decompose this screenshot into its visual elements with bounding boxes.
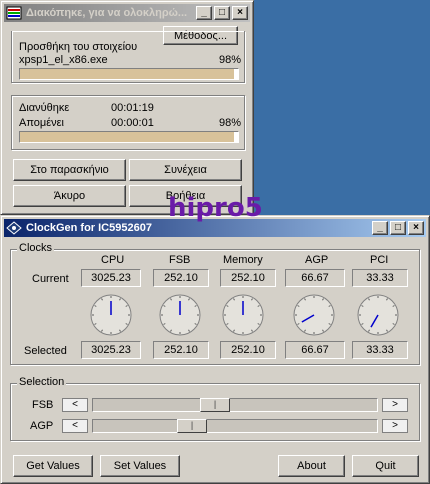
- fsb-slider[interactable]: |: [92, 398, 378, 412]
- fsb-gauge: [159, 294, 201, 336]
- column-header-agp: AGP: [305, 254, 329, 266]
- agp-slider[interactable]: |: [92, 419, 378, 433]
- background-button[interactable]: Στο παρασκήνιο: [13, 159, 126, 181]
- maximize-icon[interactable]: □: [214, 6, 230, 20]
- current-agp-value: 66.67: [285, 269, 345, 287]
- continue-button[interactable]: Συνέχεια: [129, 159, 242, 181]
- selected-pci-value: 33.33: [352, 341, 408, 359]
- fsb-slider-label: FSB: [32, 399, 54, 411]
- cpu-gauge: [90, 294, 132, 336]
- minimize-icon[interactable]: _: [372, 221, 388, 235]
- set-values-button[interactable]: Set Values: [100, 455, 180, 477]
- elapsed-label: Διανύθηκε: [19, 102, 70, 114]
- about-button[interactable]: About: [278, 455, 345, 477]
- current-row-label: Current: [32, 273, 69, 285]
- clocks-group-label: Clocks: [17, 242, 55, 254]
- total-progress-fill: [20, 132, 234, 142]
- fsb-decrease-button[interactable]: <: [62, 398, 88, 412]
- agp-increase-button[interactable]: >: [382, 419, 408, 433]
- column-header-pci: PCI: [370, 254, 389, 266]
- current-cpu-value: 3025.23: [81, 269, 141, 287]
- agp-slider-thumb[interactable]: |: [177, 419, 207, 433]
- column-header-fsb: FSB: [169, 254, 191, 266]
- installer-title: Διακόπηκε, για να ολοκληρώ...: [26, 7, 188, 19]
- elapsed-value: 00:01:19: [111, 102, 154, 114]
- fsb-increase-button[interactable]: >: [382, 398, 408, 412]
- installer-app-icon: [6, 6, 22, 20]
- selected-memory-value: 252.10: [220, 341, 276, 359]
- agp-slider-label: AGP: [30, 420, 54, 432]
- memory-gauge: [222, 294, 264, 336]
- clockgen-title: ClockGen for IC5952607: [26, 222, 152, 234]
- remaining-label: Απομένει: [19, 117, 64, 129]
- watermark-text: hipro5: [168, 193, 263, 223]
- maximize-icon[interactable]: □: [390, 221, 406, 235]
- current-fsb-value: 252.10: [153, 269, 209, 287]
- column-header-memory: Memory: [223, 254, 263, 266]
- agp-decrease-button[interactable]: <: [62, 419, 88, 433]
- installer-titlebar[interactable]: Διακόπηκε, για να ολοκληρώ... _ □ ×: [4, 4, 250, 22]
- quit-button[interactable]: Quit: [352, 455, 419, 477]
- minimize-icon[interactable]: _: [196, 6, 212, 20]
- remaining-value: 00:00:01: [111, 117, 154, 129]
- column-header-cpu: CPU: [101, 254, 125, 266]
- clockgen-app-icon: [6, 221, 22, 235]
- total-percent: 98%: [219, 117, 242, 129]
- cancel-button[interactable]: Άκυρο: [13, 185, 126, 207]
- pci-gauge: [357, 294, 399, 336]
- current-pci-value: 33.33: [352, 269, 408, 287]
- selected-agp-value: 66.67: [285, 341, 345, 359]
- selected-fsb-value: 252.10: [153, 341, 209, 359]
- file-percent: 98%: [219, 54, 242, 66]
- file-progress-bar: [19, 68, 239, 80]
- fsb-slider-thumb[interactable]: |: [200, 398, 230, 412]
- selected-cpu-value: 3025.23: [81, 341, 141, 359]
- agp-gauge: [293, 294, 335, 336]
- total-progress-bar: [19, 131, 239, 143]
- get-values-button[interactable]: Get Values: [13, 455, 93, 477]
- current-memory-value: 252.10: [220, 269, 276, 287]
- close-icon[interactable]: ×: [408, 221, 424, 235]
- file-name: xpsp1_el_x86.exe: [19, 54, 108, 66]
- file-progress-fill: [20, 69, 234, 79]
- selection-group-label: Selection: [17, 376, 67, 388]
- clockgen-window: ClockGen for IC5952607 _ □ × Clocks CPU …: [0, 215, 430, 484]
- add-item-label: Προσθήκη του στοιχείου: [19, 41, 138, 53]
- installer-window: Διακόπηκε, για να ολοκληρώ... _ □ × Μέθο…: [0, 0, 254, 215]
- selected-row-label: Selected: [24, 345, 67, 357]
- close-icon[interactable]: ×: [232, 6, 248, 20]
